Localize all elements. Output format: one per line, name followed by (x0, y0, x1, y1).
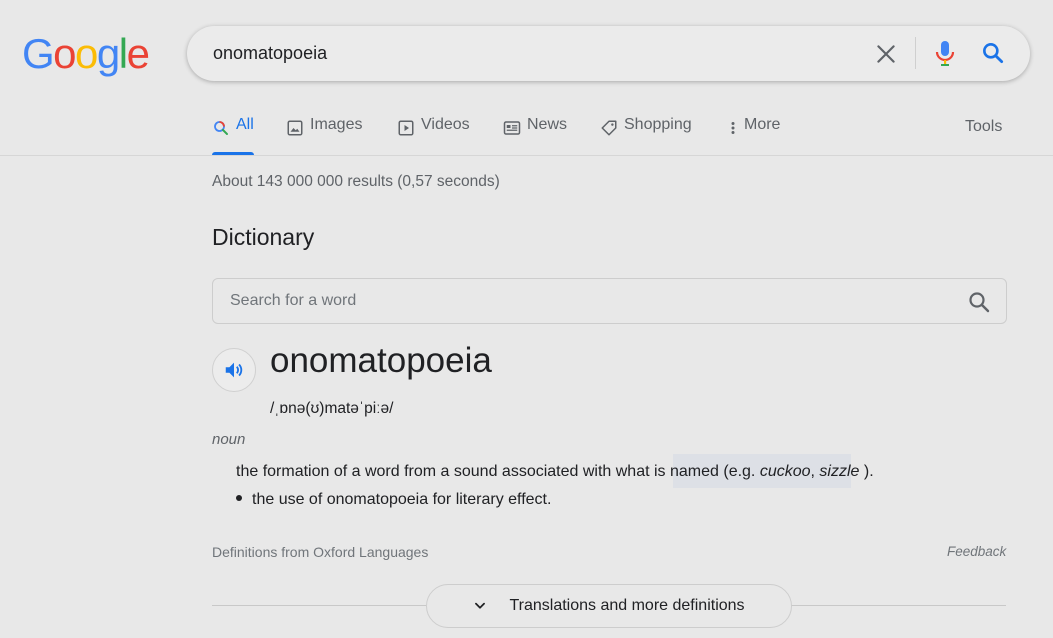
logo-letter: e (126, 30, 150, 77)
newspaper-icon (503, 121, 521, 135)
tab-label: Images (310, 116, 363, 133)
search-divider (915, 37, 916, 69)
more-definitions-button[interactable]: Translations and more definitions (426, 584, 792, 628)
chevron-down-icon (475, 602, 486, 609)
definition-text: the use of onomatopoeia for literary eff… (252, 491, 552, 508)
definition-text: ). (859, 463, 874, 480)
example-word: cuckoo (759, 463, 811, 480)
definition-text: the formation of a word from a sound ass… (236, 463, 760, 480)
tab-label: More (744, 116, 781, 133)
result-stats: About 143 000 000 results (0,57 seconds) (212, 173, 500, 190)
tools-button[interactable]: Tools (965, 118, 1002, 136)
logo-letter: G (22, 30, 55, 77)
tab-label: Videos (421, 116, 470, 133)
definition-sub: the use of onomatopoeia for literary eff… (236, 491, 551, 509)
image-icon (287, 120, 303, 136)
tab-all[interactable]: All (212, 116, 254, 156)
play-icon (398, 120, 414, 136)
tab-videos[interactable]: Videos (397, 116, 470, 156)
tag-icon (601, 120, 617, 136)
example-word: sizzle (819, 463, 860, 480)
dictionary-title: Dictionary (212, 224, 315, 250)
divider-right (790, 605, 1006, 606)
search-icon[interactable] (980, 40, 1006, 66)
word-search-input[interactable]: Search for a word (230, 292, 356, 310)
search-icon (214, 121, 228, 135)
pronunciation-button[interactable] (212, 348, 256, 392)
tab-label: All (236, 116, 254, 133)
logo-letter: o (75, 30, 98, 77)
definition-main: the formation of a word from a sound ass… (236, 463, 874, 481)
search-bar[interactable]: onomatopoeia (187, 26, 1030, 81)
phonetic: /ˌɒnə(ʊ)matəˈpiːə/ (270, 400, 394, 417)
google-logo[interactable]: Google (22, 30, 150, 77)
definitions-source[interactable]: Definitions from Oxford Languages (212, 544, 428, 560)
tab-shopping[interactable]: Shopping (600, 116, 692, 156)
logo-letter: o (53, 30, 76, 77)
word-search-box[interactable]: Search for a word (212, 278, 1007, 324)
divider-left (212, 605, 426, 606)
tabs-divider (0, 155, 1053, 156)
bullet-icon (236, 494, 242, 501)
tab-label: Shopping (624, 116, 692, 133)
search-icon[interactable] (967, 290, 991, 314)
speaker-icon (225, 362, 243, 378)
logo-letter: l (118, 30, 128, 77)
tab-images[interactable]: Images (286, 116, 362, 156)
logo-letter: g (96, 30, 120, 77)
search-input[interactable]: onomatopoeia (213, 43, 327, 64)
part-of-speech: noun (212, 431, 246, 448)
clear-icon[interactable] (873, 41, 899, 67)
tab-label: News (527, 116, 568, 133)
tab-news[interactable]: News (503, 116, 567, 156)
more-definitions-label: Translations and more definitions (509, 597, 745, 614)
more-vert-icon (731, 122, 735, 134)
feedback-link[interactable]: Feedback (947, 544, 1006, 559)
headword: onomatopoeia (270, 341, 492, 380)
microphone-icon[interactable] (933, 39, 957, 67)
tab-more[interactable]: More (728, 116, 780, 156)
